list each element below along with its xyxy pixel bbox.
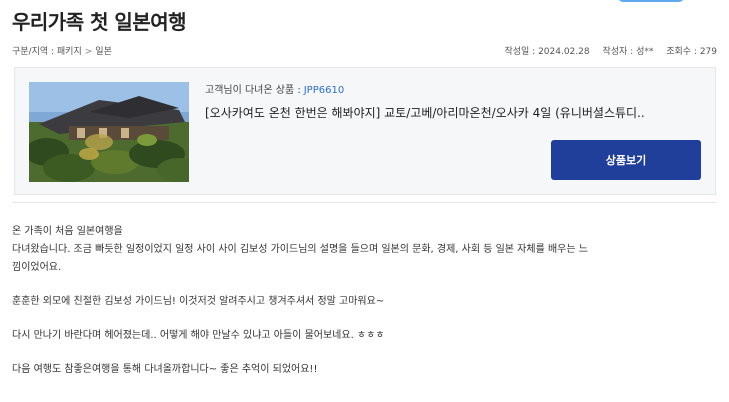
chevron-right-icon: > <box>84 47 93 57</box>
review-line: 온 가족이 처음 일본여행을 <box>12 226 123 237</box>
customer-product-label: 고객님이 다녀온 상품 : <box>205 85 301 96</box>
review-paragraph: 훈훈한 외모에 친절한 김보성 가이드님! 이것저것 알려주시고 챙겨주셔서 정… <box>12 293 717 311</box>
review-line: 다녀왔습니다. 조금 빠듯한 일정이었지 일정 사이 사이 김보성 가이드님의 … <box>12 244 588 255</box>
breadcrumb: 구분/지역 : 패키지 > 일본 <box>12 44 112 57</box>
japanese-garden-photo[interactable] <box>29 82 189 182</box>
review-line: 낌이었어요. <box>12 262 62 273</box>
product-card: 고객님이 다녀온 상품 : JPP6610 [오사카여도 온천 한번은 해봐야지]… <box>14 67 716 195</box>
post-meta-row: 구분/지역 : 패키지 > 일본 작성일 : 2024.02.28 작성자 : 성*… <box>12 44 717 58</box>
page-title: 우리가족 첫 일본여행 <box>12 10 187 34</box>
content-divider <box>12 202 717 203</box>
product-title[interactable]: [오사카여도 온천 한번은 해봐야지] 교토/고베/아리마온천/오사카 4일 (… <box>205 104 695 121</box>
review-paragraph: 다음 여행도 참좋은여행을 통해 다녀올까합니다~ 좋은 추억이 되었어요!! <box>12 361 717 379</box>
review-paragraph: 다시 만나기 바란다며 헤어졌는데.. 어떻게 해야 만날수 있냐고 아들이 물… <box>12 327 717 345</box>
review-body: 온 가족이 처음 일본여행을 다녀왔습니다. 조금 빠듯한 일정이었지 일정 사… <box>12 223 717 379</box>
customer-product-line: 고객님이 다녀온 상품 : JPP6610 <box>205 81 344 96</box>
breadcrumb-region[interactable]: 일본 <box>95 47 112 57</box>
post-author: 작성자 : 성** <box>602 47 654 57</box>
post-views: 조회수 : 279 <box>666 47 717 57</box>
review-paragraph: 온 가족이 처음 일본여행을 다녀왔습니다. 조금 빠듯한 일정이었지 일정 사… <box>12 223 717 277</box>
product-code[interactable]: JPP6610 <box>304 85 344 96</box>
post-meta-info: 작성일 : 2024.02.28 작성자 : 성** 조회수 : 279 <box>494 44 717 57</box>
view-product-button[interactable]: 상품보기 <box>551 140 701 180</box>
review-line: 다시 만나기 바란다며 헤어졌는데.. 어떻게 해야 만날수 있냐고 아들이 물… <box>12 330 385 341</box>
review-line: 훈훈한 외모에 친절한 김보성 가이드님! 이것저것 알려주시고 챙겨주셔서 정… <box>12 296 385 307</box>
post-date: 작성일 : 2024.02.28 <box>504 47 590 57</box>
breadcrumb-category[interactable]: 구분/지역 : 패키지 <box>12 47 82 57</box>
review-line: 다음 여행도 참좋은여행을 통해 다녀올까합니다~ 좋은 추억이 되었어요!! <box>12 364 318 375</box>
top-action-button-edge[interactable] <box>618 0 684 2</box>
